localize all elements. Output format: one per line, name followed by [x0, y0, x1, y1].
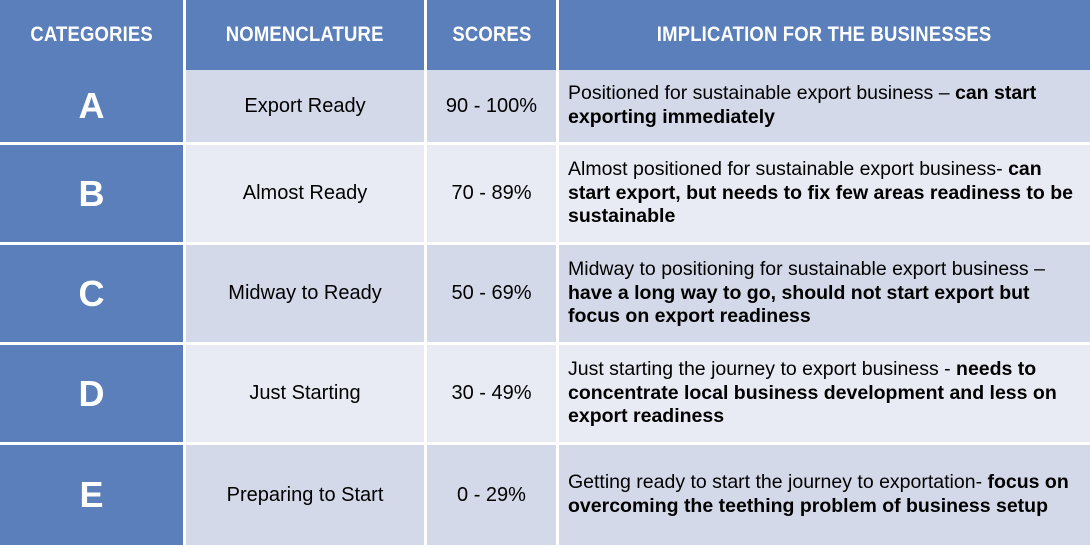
- table-header-row: CATEGORIES NOMENCLATURE SCORES IMPLICATI…: [0, 0, 1090, 70]
- header-cell-nomenclature: NOMENCLATURE: [186, 0, 427, 70]
- header-label-scores: SCORES: [451, 23, 532, 47]
- implication-lead-d: Just starting the journey to export busi…: [568, 357, 957, 380]
- table-row: C Midway to Ready 50 - 69% Midway to pos…: [0, 245, 1090, 345]
- export-readiness-rubric-table: CATEGORIES NOMENCLATURE SCORES IMPLICATI…: [0, 0, 1090, 548]
- nomenclature-cell-c: Midway to Ready: [186, 245, 427, 345]
- implication-cell-a: Positioned for sustainable export busine…: [559, 70, 1090, 145]
- table-row: D Just Starting 30 - 49% Just starting t…: [0, 345, 1090, 445]
- score-cell-d: 30 - 49%: [427, 345, 559, 445]
- implication-cell-e: Getting ready to start the journey to ex…: [559, 445, 1090, 545]
- table-row: B Almost Ready 70 - 89% Almost positione…: [0, 145, 1090, 245]
- implication-lead-c: Midway to positioning for sustainable ex…: [568, 257, 1045, 280]
- header-label-categories: CATEGORIES: [30, 23, 153, 47]
- nomenclature-cell-b: Almost Ready: [186, 145, 427, 245]
- category-cell-c: C: [0, 245, 186, 345]
- category-cell-d: D: [0, 345, 186, 445]
- header-label-implication: IMPLICATION FOR THE BUSINESSES: [657, 23, 992, 47]
- header-label-nomenclature: NOMENCLATURE: [226, 23, 384, 47]
- implication-cell-c: Midway to positioning for sustainable ex…: [559, 245, 1090, 345]
- nomenclature-cell-e: Preparing to Start: [186, 445, 427, 545]
- score-cell-b: 70 - 89%: [427, 145, 559, 245]
- table-row: A Export Ready 90 - 100% Positioned for …: [0, 70, 1090, 145]
- score-cell-e: 0 - 29%: [427, 445, 559, 545]
- category-cell-e: E: [0, 445, 186, 545]
- nomenclature-cell-d: Just Starting: [186, 345, 427, 445]
- category-cell-a: A: [0, 70, 186, 145]
- implication-lead-e: Getting ready to start the journey to ex…: [568, 471, 988, 494]
- implication-cell-b: Almost positioned for sustainable export…: [559, 145, 1090, 245]
- implication-emphasis-c: have a long way to go, should not start …: [568, 281, 1030, 328]
- header-cell-implication: IMPLICATION FOR THE BUSINESSES: [559, 0, 1090, 70]
- nomenclature-cell-a: Export Ready: [186, 70, 427, 145]
- header-cell-scores: SCORES: [427, 0, 559, 70]
- implication-lead-a: Positioned for sustainable export busine…: [568, 82, 955, 105]
- header-cell-categories: CATEGORIES: [0, 0, 186, 70]
- table-row: E Preparing to Start 0 - 29% Getting rea…: [0, 445, 1090, 545]
- score-cell-c: 50 - 69%: [427, 245, 559, 345]
- score-cell-a: 90 - 100%: [427, 70, 559, 145]
- category-cell-b: B: [0, 145, 186, 245]
- implication-cell-d: Just starting the journey to export busi…: [559, 345, 1090, 445]
- implication-lead-b: Almost positioned for sustainable export…: [568, 157, 1009, 180]
